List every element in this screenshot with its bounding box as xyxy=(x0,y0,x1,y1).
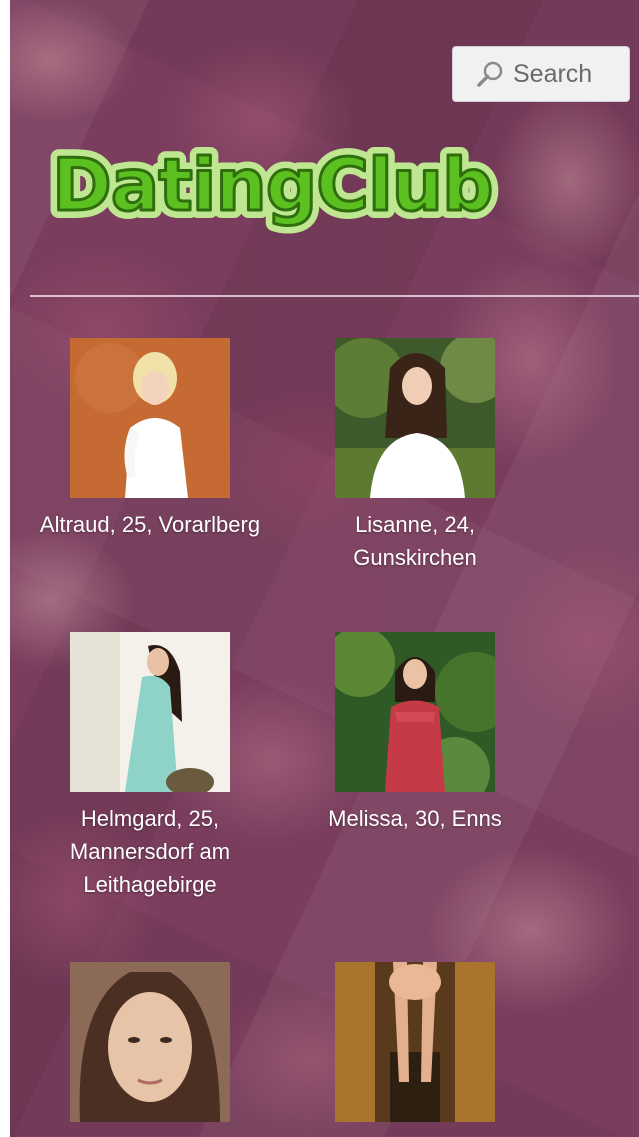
search-button[interactable]: Search xyxy=(452,46,630,102)
profile-photo[interactable] xyxy=(70,632,230,792)
profile-caption[interactable]: Lisanne, 24, Gunskirchen xyxy=(300,508,530,574)
header-divider xyxy=(30,295,639,297)
profile-caption[interactable]: Melissa, 30, Enns xyxy=(300,802,530,835)
profile-photo[interactable] xyxy=(335,962,495,1122)
profile-photo[interactable] xyxy=(70,338,230,498)
site-logo[interactable]: DatingClub DatingClub xyxy=(38,118,508,238)
profile-card[interactable] xyxy=(300,962,530,1132)
search-icon xyxy=(477,61,503,87)
page-background: Search DatingClub DatingClub Altraud, 25… xyxy=(10,0,639,1137)
profile-photo[interactable] xyxy=(335,338,495,498)
profile-photo[interactable] xyxy=(335,632,495,792)
profile-card[interactable]: Altraud, 25, Vorarlberg xyxy=(35,338,265,541)
profile-caption[interactable]: Altraud, 25, Vorarlberg xyxy=(35,508,265,541)
profile-caption[interactable]: Helmgard, 25, Mannersdorf am Leithagebir… xyxy=(35,802,265,901)
profile-card[interactable]: Melissa, 30, Enns xyxy=(300,632,530,835)
profile-card[interactable]: Helmgard, 25, Mannersdorf am Leithagebir… xyxy=(35,632,265,901)
profile-card[interactable]: Lisanne, 24, Gunskirchen xyxy=(300,338,530,574)
profile-card[interactable] xyxy=(35,962,265,1132)
search-label: Search xyxy=(513,59,593,88)
profile-photo[interactable] xyxy=(70,962,230,1122)
logo-text: DatingClub xyxy=(52,143,493,227)
